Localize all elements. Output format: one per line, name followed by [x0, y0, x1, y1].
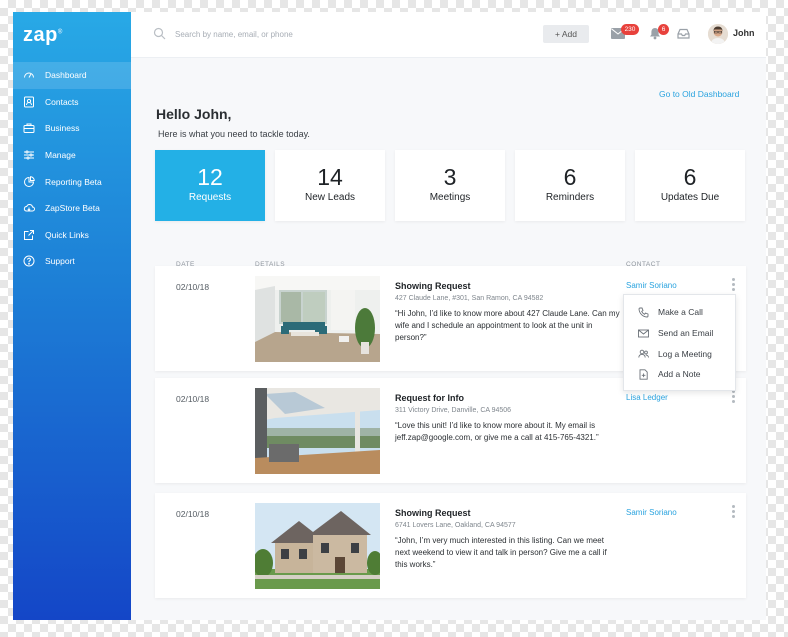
search-icon [153, 27, 166, 40]
mail-count-badge: 230 [621, 24, 639, 35]
sidebar-item-label: Dashboard [45, 70, 87, 81]
zap-logo[interactable]: zap® [23, 24, 63, 47]
stat-label: Meetings [429, 192, 471, 203]
phone-icon [638, 307, 649, 318]
greeting-heading: Hello John, [156, 106, 232, 122]
sidebar: zap® Dashboard Contacts Business Manage … [13, 12, 131, 620]
table-row[interactable]: 02/10/18 Request for Info 311 Victory Dr… [155, 378, 746, 483]
stat-card-reminders[interactable]: 6 Reminders [515, 150, 625, 221]
row-date: 02/10/18 [176, 394, 210, 404]
menu-item-add-note[interactable]: Add a Note [624, 364, 735, 385]
sidebar-item-business[interactable]: Business [13, 115, 131, 142]
row-contact-link[interactable]: Lisa Ledger [626, 393, 668, 402]
envelope-icon [638, 329, 649, 337]
stat-card-new-leads[interactable]: 14 New Leads [275, 150, 385, 221]
sidebar-item-label: Contacts [45, 96, 79, 107]
sidebar-item-quick-links[interactable]: Quick Links [13, 222, 131, 249]
listing-photo[interactable] [255, 503, 380, 589]
table-row[interactable]: 02/10/18 Showing Request 6741 Lovers Lan… [155, 493, 746, 598]
sidebar-item-label: Quick Links [45, 229, 89, 240]
row-message: “John, I’m very much interested in this … [395, 536, 607, 569]
row-title[interactable]: Request for Info [395, 393, 464, 403]
sidebar-item-manage[interactable]: Manage [13, 142, 131, 169]
sidebar-item-label: Manage [45, 150, 76, 161]
stat-label: Updates Due [660, 192, 720, 203]
top-bar: + Add 230 6 John [131, 12, 766, 58]
more-options-icon[interactable] [732, 278, 736, 294]
pie-chart-icon [23, 175, 35, 188]
search-input[interactable] [175, 24, 435, 44]
logo-text: zap [23, 24, 58, 46]
briefcase-icon [23, 122, 35, 134]
sidebar-item-contacts[interactable]: Contacts [13, 89, 131, 116]
contacts-icon [23, 96, 35, 108]
row-title[interactable]: Showing Request [395, 508, 471, 518]
sidebar-item-label: Reporting Beta [45, 176, 102, 187]
external-link-icon [23, 229, 35, 241]
stat-value: 12 [197, 164, 223, 190]
menu-item-label: Make a Call [658, 307, 703, 318]
sidebar-item-support[interactable]: Support [13, 248, 131, 275]
sidebar-item-label: Business [45, 123, 80, 134]
old-dashboard-link[interactable]: Go to Old Dashboard [659, 89, 739, 99]
more-options-icon[interactable] [732, 390, 736, 406]
contact-actions-menu: Make a Call Send an Email Log a Meeting … [623, 294, 736, 391]
row-title[interactable]: Showing Request [395, 281, 471, 291]
menu-item-label: Send an Email [658, 328, 714, 339]
row-contact-link[interactable]: Samir Soriano [626, 281, 677, 290]
note-icon [639, 369, 648, 380]
inbox-icon[interactable] [677, 27, 690, 40]
dashboard-icon [23, 69, 35, 81]
row-message: “Hi John, I’d like to know more about 42… [395, 309, 620, 342]
stat-label: Reminders [545, 192, 595, 203]
row-date: 02/10/18 [176, 509, 210, 519]
cloud-icon [23, 202, 35, 214]
sidebar-item-label: ZapStore Beta [45, 203, 100, 214]
stat-value: 6 [563, 164, 577, 190]
menu-item-send-email[interactable]: Send an Email [624, 323, 735, 344]
row-date: 02/10/18 [176, 282, 210, 292]
avatar[interactable] [708, 24, 728, 44]
listing-photo[interactable] [255, 276, 380, 362]
row-address: 311 Victory Drive, Danville, CA 94506 [395, 407, 512, 414]
sliders-icon [23, 149, 35, 161]
sidebar-item-dashboard[interactable]: Dashboard [13, 62, 131, 89]
menu-item-label: Add a Note [658, 369, 701, 380]
add-button[interactable]: + Add [543, 25, 589, 43]
user-name[interactable]: John [733, 28, 755, 38]
notification-count-badge: 6 [658, 24, 669, 35]
menu-item-make-call[interactable]: Make a Call [624, 302, 735, 323]
stat-value: 3 [443, 164, 457, 190]
menu-item-label: Log a Meeting [658, 348, 712, 359]
stat-value: 6 [683, 164, 697, 190]
sidebar-item-reporting[interactable]: Reporting Beta [13, 168, 131, 195]
stat-value: 14 [317, 164, 343, 190]
row-address: 6741 Lovers Lane, Oakland, CA 94577 [395, 522, 516, 529]
sidebar-item-label: Support [45, 256, 75, 267]
more-options-icon[interactable] [732, 505, 736, 521]
menu-item-log-meeting[interactable]: Log a Meeting [624, 343, 735, 364]
stat-card-requests[interactable]: 12 Requests [155, 150, 265, 221]
row-contact-link[interactable]: Samir Soriano [626, 508, 677, 517]
stat-card-updates-due[interactable]: 6 Updates Due [635, 150, 745, 221]
greeting-subtitle: Here is what you need to tackle today. [158, 129, 310, 139]
app-window: zap® Dashboard Contacts Business Manage … [13, 12, 766, 620]
sidebar-nav: Dashboard Contacts Business Manage Repor… [13, 62, 131, 275]
sidebar-item-zapstore[interactable]: ZapStore Beta [13, 195, 131, 222]
help-icon [23, 255, 35, 267]
stat-label: Requests [188, 192, 232, 203]
stat-card-meetings[interactable]: 3 Meetings [395, 150, 505, 221]
listing-photo[interactable] [255, 388, 380, 474]
row-address: 427 Claude Lane, #301, San Ramon, CA 945… [395, 295, 544, 302]
row-message: “Love this unit! I’d like to know more a… [395, 421, 599, 442]
stat-label: New Leads [304, 192, 356, 203]
people-icon [638, 349, 649, 358]
